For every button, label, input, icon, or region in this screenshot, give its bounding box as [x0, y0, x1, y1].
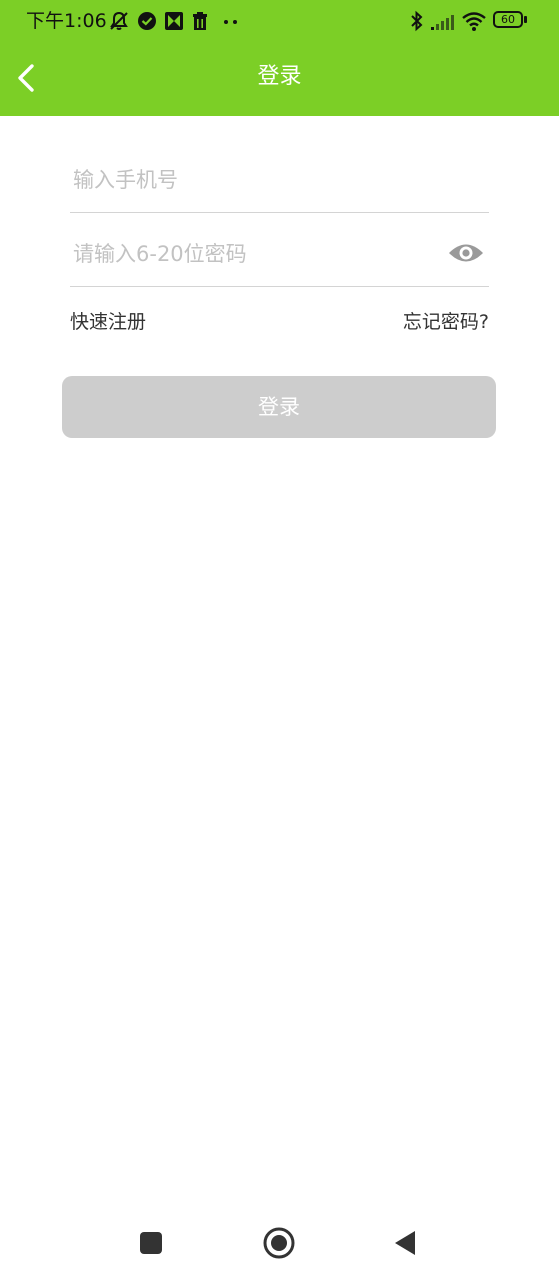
- mute-icon: [110, 11, 128, 30]
- recents-button[interactable]: [138, 1230, 164, 1256]
- header: 下午1:06 60 登录: [0, 0, 559, 116]
- register-link[interactable]: 快速注册: [70, 308, 146, 336]
- page-title: 登录: [257, 64, 302, 89]
- more-dots-icon: [224, 20, 237, 24]
- battery-level: 60: [501, 13, 515, 26]
- battery-icon: 60: [493, 11, 523, 28]
- title-bar: 登录: [0, 42, 559, 116]
- phone-field: [70, 156, 489, 213]
- login-button[interactable]: 登录: [62, 376, 496, 438]
- eye-icon[interactable]: [448, 239, 484, 267]
- phone-input[interactable]: [73, 160, 433, 200]
- forgot-password-link[interactable]: 忘记密码?: [403, 308, 489, 336]
- status-time: 下午1:06: [26, 10, 107, 32]
- home-button[interactable]: [262, 1226, 296, 1260]
- check-circle-icon: [138, 12, 156, 30]
- password-field: [70, 230, 489, 287]
- app-icon: [165, 12, 183, 30]
- password-input[interactable]: [73, 234, 433, 274]
- trash-icon: [193, 12, 207, 30]
- status-bar: 下午1:06 60: [0, 0, 559, 42]
- battery-tip: [524, 16, 527, 23]
- signal-icon: [431, 15, 454, 30]
- nav-back-button[interactable]: [392, 1229, 418, 1257]
- wifi-icon: [462, 12, 486, 31]
- bluetooth-icon: [411, 10, 423, 32]
